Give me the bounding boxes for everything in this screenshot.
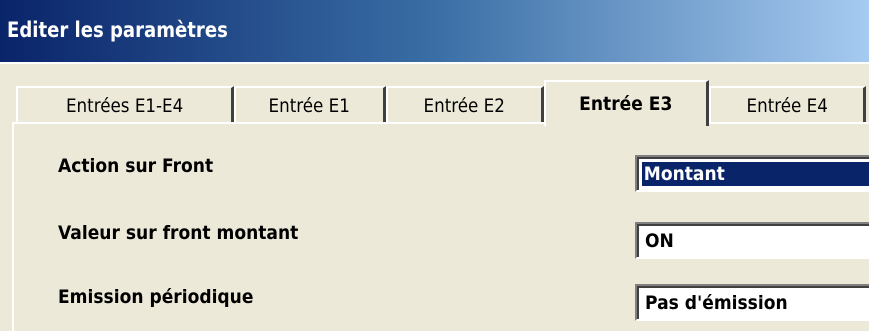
valeur-front-montant-label: Valeur sur front montant	[58, 222, 299, 244]
emission-periodique-label: Emission périodique	[58, 286, 254, 308]
tab-entrees-e1-e4[interactable]: Entrées E1-E4	[16, 86, 234, 124]
action-sur-front-label: Action sur Front	[58, 155, 214, 177]
edit-parameters-dialog: Editer les paramètres Entrées E1-E4 Entr…	[0, 0, 869, 331]
tab-entree-e2[interactable]: Entrée E2	[386, 86, 544, 124]
tab-entree-e3[interactable]: Entrée E3	[544, 80, 709, 126]
tab-label: Entrées E1-E4	[65, 95, 184, 117]
valeur-front-montant-value: ON	[645, 229, 674, 252]
tab-panel-border	[12, 122, 869, 124]
action-sur-front-value: Montant	[642, 161, 869, 186]
tab-entree-e1[interactable]: Entrée E1	[234, 86, 386, 124]
tab-label: Entrée E1	[268, 95, 351, 117]
action-sur-front-select[interactable]: Montant	[635, 155, 869, 192]
emission-periodique-value: Pas d'émission	[645, 291, 788, 314]
valeur-front-montant-select[interactable]: ON	[635, 222, 869, 259]
emission-periodique-select[interactable]: Pas d'émission	[635, 284, 869, 321]
tab-strip: Entrées E1-E4 Entrée E1 Entrée E2 Entrée…	[0, 0, 869, 131]
tab-panel-left-border	[12, 122, 14, 331]
tab-label: Entrée E3	[579, 93, 673, 115]
tab-label: Entrée E2	[423, 95, 506, 117]
tab-entree-e4[interactable]: Entrée E4	[709, 86, 866, 124]
tab-label: Entrée E4	[746, 95, 828, 117]
